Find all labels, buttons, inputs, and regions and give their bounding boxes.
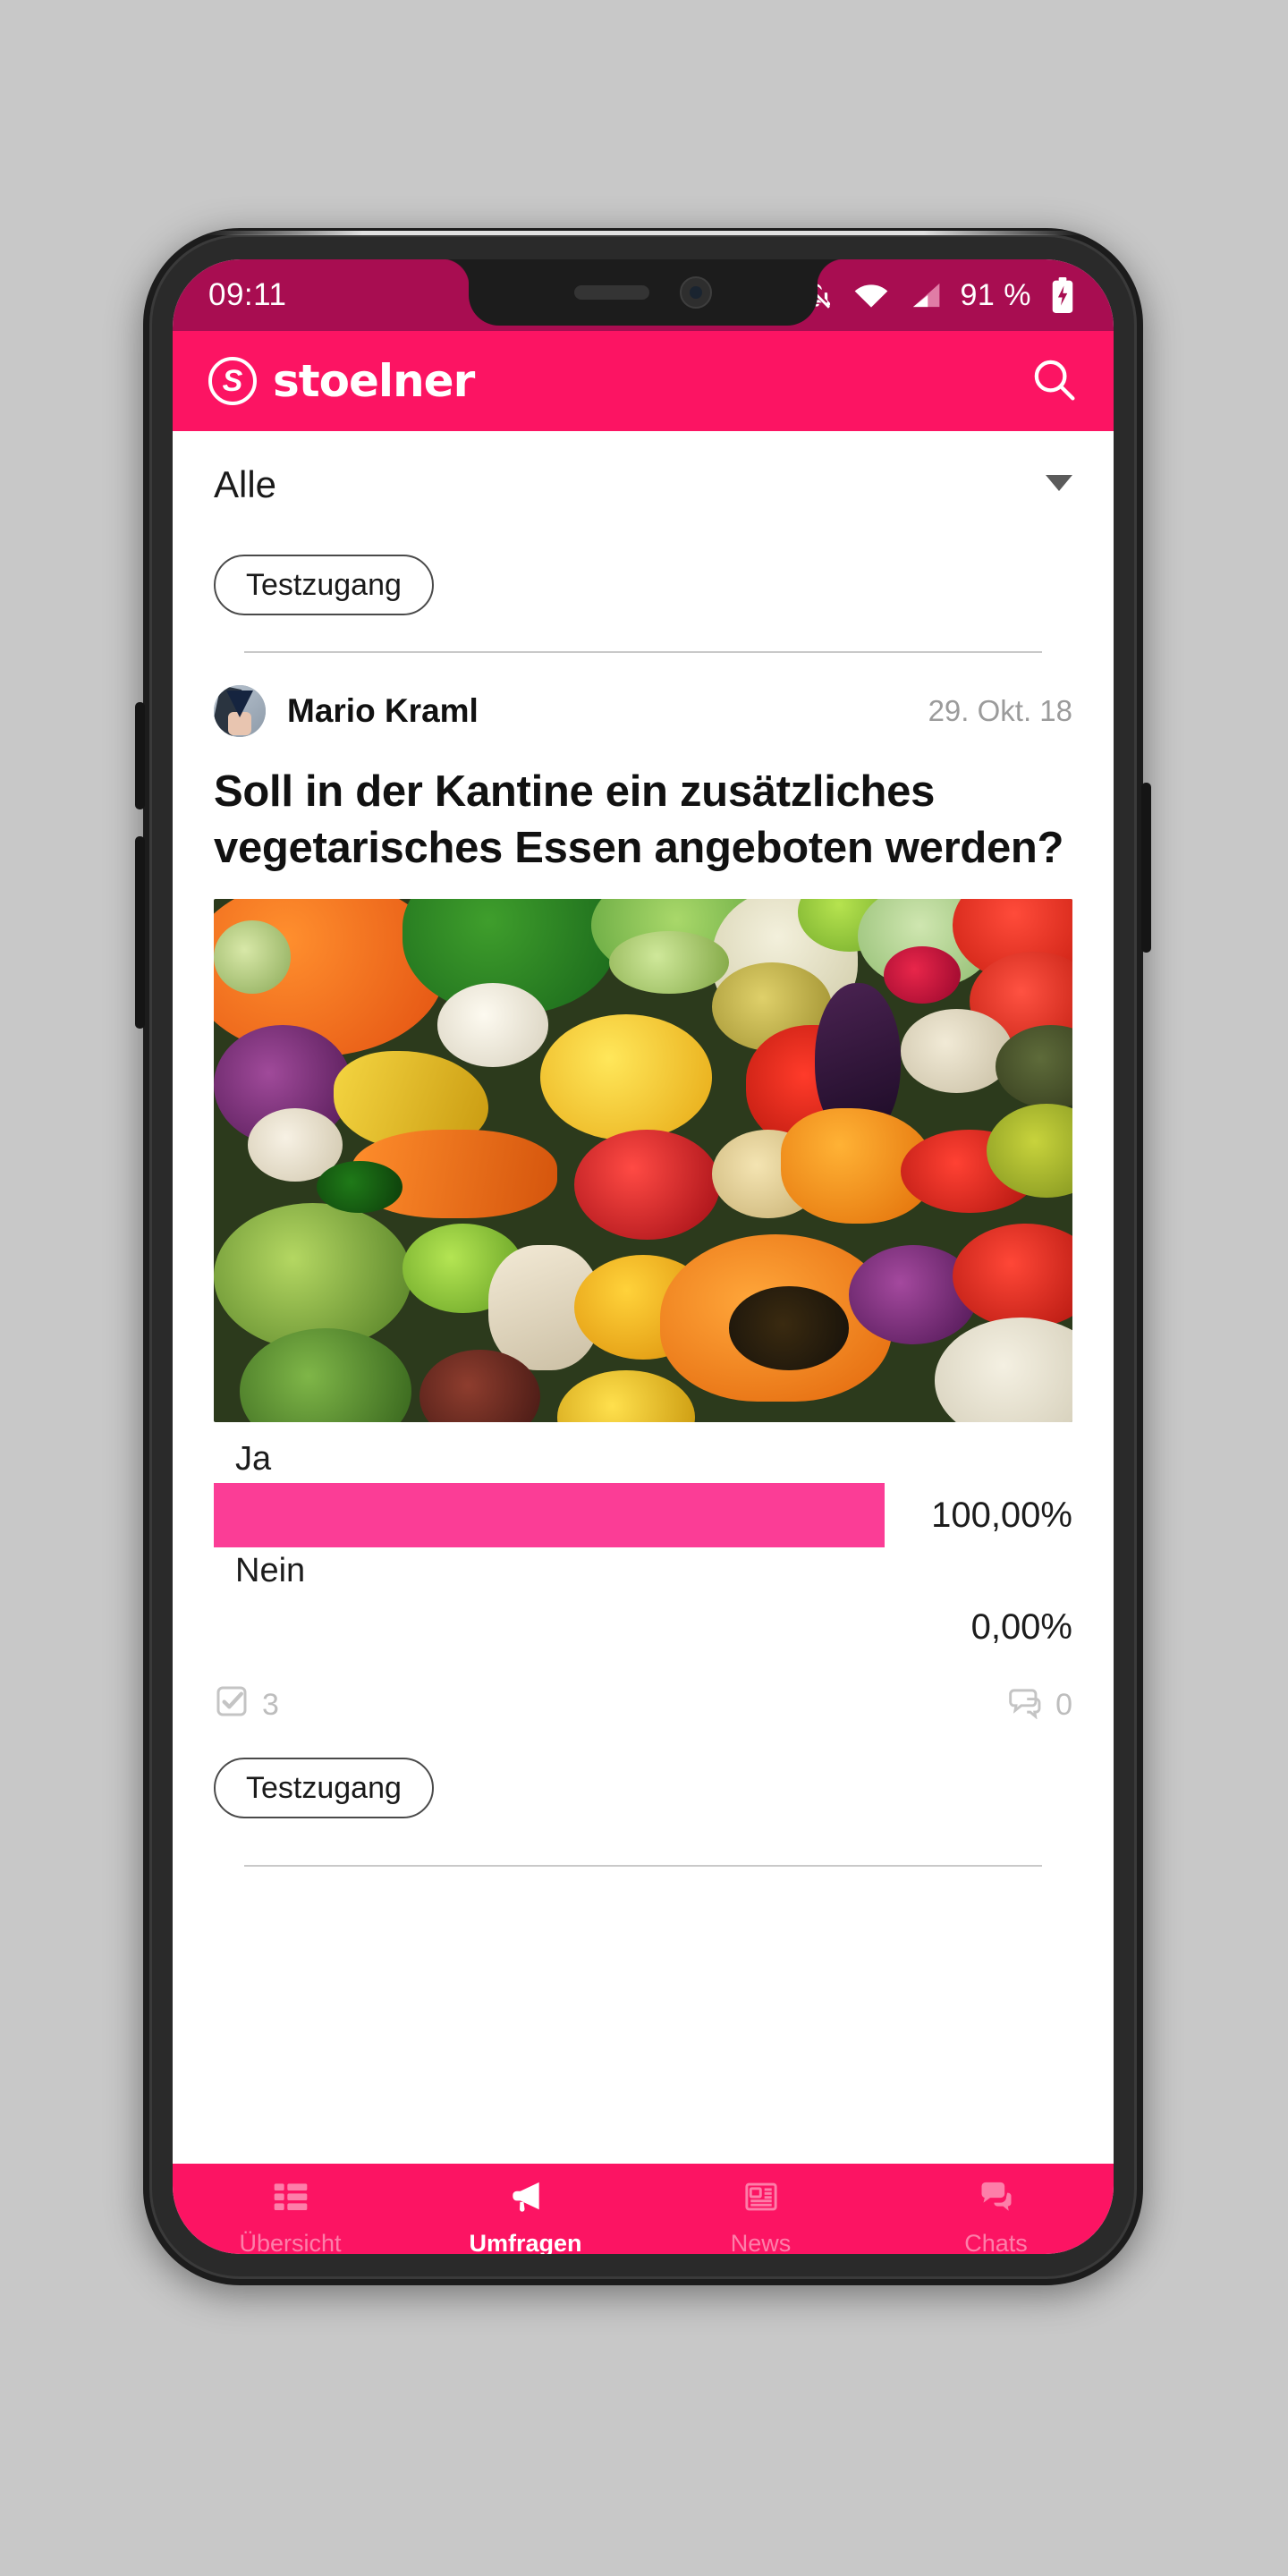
poll-option-percent: 0,00% <box>970 1606 1072 1647</box>
tab-uebersicht[interactable]: Übersicht <box>173 2177 408 2254</box>
app-logo: S stoelner <box>208 355 475 407</box>
search-icon <box>1034 360 1075 401</box>
filter-selected-label: Alle <box>214 463 277 505</box>
newspaper-icon <box>741 2177 781 2221</box>
earpiece-speaker <box>574 285 649 300</box>
phone-frame: 09:11 91 % S stoelner Alle Testzugang Ma… <box>135 228 1151 2285</box>
logo-mark-icon: S <box>208 357 257 405</box>
poll-option-percent: 100,00% <box>931 1495 1072 1535</box>
status-clock: 09:11 <box>208 277 287 312</box>
front-camera <box>680 276 712 309</box>
tab-label: Übersicht <box>239 2230 342 2254</box>
comment-bubble-icon <box>1005 1683 1043 1727</box>
poll-option-nein[interactable]: Nein 0,00% <box>214 1552 1072 1664</box>
tab-news[interactable]: News <box>643 2177 878 2254</box>
chat-bubbles-icon <box>976 2177 1017 2221</box>
volume-down-button[interactable] <box>135 836 145 1029</box>
chip-row-bottom: Testzugang <box>173 1727 1114 1819</box>
app-bar: S stoelner <box>173 331 1114 431</box>
comments-count: 0 <box>1055 1688 1072 1723</box>
display-notch <box>442 259 844 326</box>
chip-row-top: Testzugang <box>173 538 1114 615</box>
poll-bar-track <box>214 1483 885 1548</box>
poll-bar-track <box>214 1595 885 1659</box>
feed-content: Alle Testzugang Mario Kraml 29. Okt. 18 … <box>173 431 1114 2164</box>
divider-bottom <box>244 1865 1042 1868</box>
battery-charging-icon <box>1051 277 1074 313</box>
chip-testzugang-top[interactable]: Testzugang <box>214 555 434 615</box>
tab-label: News <box>730 2230 792 2254</box>
poll-option-label: Nein <box>235 1552 306 1590</box>
app-logo-text: stoelner <box>273 355 475 407</box>
bottom-navigation: Übersicht Umfragen News Chats <box>173 2164 1114 2254</box>
cellular-signal-icon <box>909 281 941 309</box>
tab-label: Chats <box>964 2230 1028 2254</box>
post-date: 29. Okt. 18 <box>928 694 1072 727</box>
megaphone-icon <box>505 2177 547 2221</box>
tab-chats[interactable]: Chats <box>878 2177 1114 2254</box>
poll-option-label: Ja <box>235 1440 272 1479</box>
avatar[interactable] <box>214 685 266 737</box>
filter-dropdown[interactable]: Alle <box>173 431 1114 538</box>
chip-testzugang-bottom[interactable]: Testzugang <box>214 1758 434 1819</box>
tab-umfragen[interactable]: Umfragen <box>408 2177 643 2254</box>
post-author-row: Mario Kraml 29. Okt. 18 <box>173 653 1114 737</box>
phone-screen: 09:11 91 % S stoelner Alle Testzugang Ma… <box>173 259 1114 2254</box>
poll-bar-fill <box>214 1483 885 1548</box>
checkbox-checked-icon <box>214 1683 250 1727</box>
status-bar: 09:11 91 % <box>173 259 1114 331</box>
poll-options: Ja 100,00% Nein 0,00% <box>173 1422 1114 1664</box>
wifi-icon <box>853 281 889 309</box>
votes-stat[interactable]: 3 <box>214 1683 279 1727</box>
poll-image[interactable] <box>214 899 1072 1423</box>
search-button[interactable] <box>1030 355 1078 408</box>
page-title: Soll in der Kantine ein zusätzliches veg… <box>214 767 1064 872</box>
comments-stat[interactable]: 0 <box>1005 1683 1072 1727</box>
power-button[interactable] <box>1141 783 1151 953</box>
tab-label: Umfragen <box>469 2230 582 2254</box>
volume-up-button[interactable] <box>135 702 145 809</box>
chevron-down-icon[interactable] <box>1046 474 1072 496</box>
poll-option-ja[interactable]: Ja 100,00% <box>214 1440 1072 1552</box>
list-grid-icon <box>271 2177 310 2221</box>
author-name: Mario Kraml <box>287 692 479 729</box>
poll-stats-row: 3 0 <box>173 1664 1114 1727</box>
votes-count: 3 <box>262 1688 279 1723</box>
battery-percent-label: 91 % <box>960 277 1031 312</box>
